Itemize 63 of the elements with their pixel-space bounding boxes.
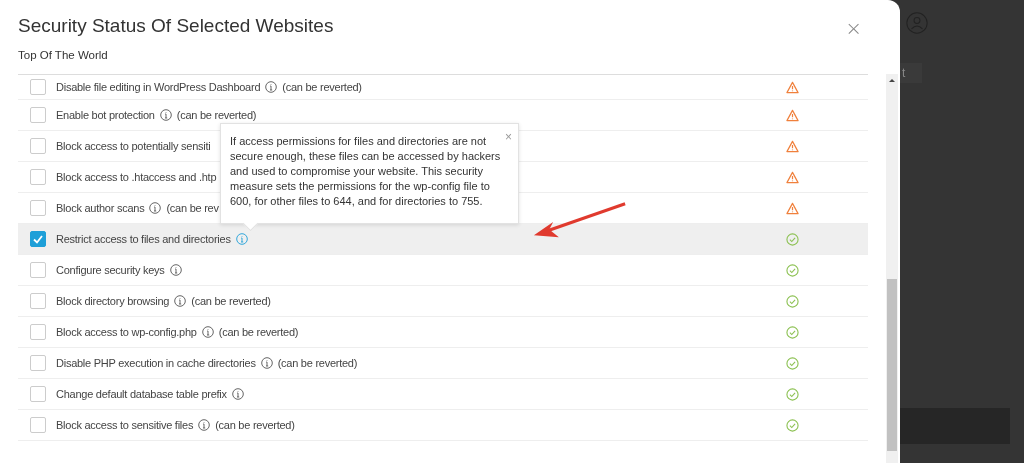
close-button[interactable]: × [503,130,514,144]
checkbox[interactable] [30,231,46,247]
revert-note: (can be reverted) [277,357,358,369]
measure-label: Block access to sensitive files [56,419,194,431]
checkbox[interactable] [30,386,46,402]
dialog-title: Security Status Of Selected Websites [18,14,334,38]
warning-icon [786,139,799,153]
measure-label: Block access to .htaccess and .htp [56,171,217,183]
check-circle-icon [786,387,799,401]
check-circle-icon [786,325,799,339]
measure-label: Block directory browsing [56,295,170,307]
revert-note: (can be reverted) [282,81,362,93]
measure-label: Disable PHP execution in cache directories [56,357,256,369]
checkbox[interactable] [30,293,46,309]
measure-label: Restrict access to files and directories [56,233,231,245]
info-icon[interactable] [231,388,244,400]
warning-icon [786,170,799,184]
measure-label: Enable bot protection [56,109,155,121]
info-icon[interactable] [198,419,211,431]
info-icon[interactable] [169,264,182,276]
measure-label: Block access to potentially sensiti [56,140,211,152]
info-icon[interactable] [149,202,162,214]
measure-label: Block access to wp-config.php [56,326,197,338]
tooltip-text: If access permissions for files and directories are not secure enough, these files can be accessed by hackers and used to compromise your website. This security measure sets the permissions for the wp-config file to 600, for other files to 644, and for directories to 755. [230,134,502,209]
revert-note: (can be reverted) [191,295,271,307]
menu-button[interactable]: t [900,63,922,83]
warning-icon [786,108,799,122]
info-icon[interactable] [201,326,214,338]
measure-label: Block author scans [56,202,145,214]
check-circle-icon [786,232,799,246]
warning-icon [786,80,799,94]
row-highlight[interactable]: Restrict access to files and directories [18,224,868,255]
website-name: Top Of The World [18,49,109,61]
checkbox[interactable] [30,138,46,154]
measure-label: Disable file editing in WordPress Dashboard [56,81,261,93]
info-icon[interactable] [235,233,248,245]
check-circle-icon [786,263,799,277]
checkbox[interactable] [30,200,46,216]
check-circle-icon [786,356,799,370]
checkbox[interactable] [30,79,46,95]
measure-label: Configure security keys [56,264,165,276]
info-icon[interactable] [174,295,187,307]
revert-note: (can be rev [166,202,219,214]
checkbox[interactable] [30,355,46,371]
check-circle-icon [786,294,799,308]
checkbox[interactable] [30,262,46,278]
warning-icon [786,201,799,215]
revert-note: (can be reverted) [176,109,257,121]
info-icon[interactable] [265,81,278,93]
checkbox[interactable] [30,324,46,340]
revert-note: (can be reverted) [218,326,299,338]
close-button[interactable]: × [839,16,868,40]
info-icon[interactable] [159,109,172,121]
checkbox[interactable] [30,169,46,185]
check-circle-icon [786,418,799,432]
revert-note: (can be reverted) [215,419,295,431]
scrollbar[interactable] [886,74,898,463]
scrollbar-thumb[interactable] [887,279,897,451]
info-icon[interactable] [260,357,273,369]
checkbox[interactable] [30,417,46,433]
checkbox[interactable] [30,107,46,123]
scroll-up-icon[interactable] [889,78,895,83]
measure-label: Change default database table prefix [56,388,227,400]
